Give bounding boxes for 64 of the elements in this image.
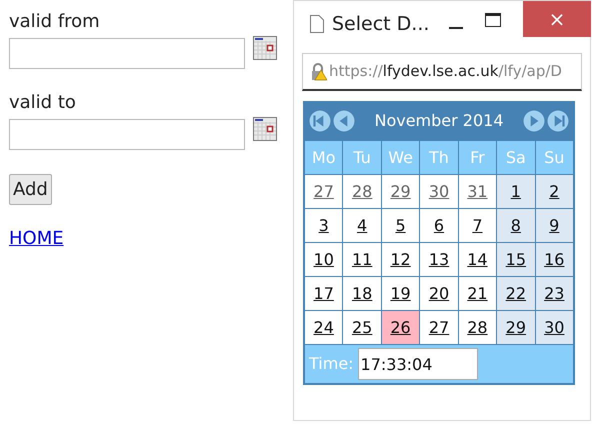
time-label: Time: [309,353,354,375]
address-bar[interactable]: https://lfydev.lse.ac.uk/lfy/ap/D [302,53,582,91]
time-field[interactable]: 17:33:04 [358,348,478,380]
close-button[interactable]: × [523,1,591,37]
weekday-header: Mo [305,141,342,174]
day-cell[interactable]: 8 [497,209,535,242]
add-button[interactable]: Add [9,174,52,205]
day-cell[interactable]: 18 [343,277,381,310]
day-cell[interactable]: 3 [305,209,342,242]
day-cell[interactable]: 9 [536,209,573,242]
day-cell[interactable]: 30 [420,175,458,208]
day-cell[interactable]: 2 [536,175,573,208]
weekday-header: Sa [497,141,535,174]
day-cell[interactable]: 14 [458,243,496,276]
day-cell[interactable]: 6 [420,209,458,242]
day-cell[interactable]: 5 [382,209,420,242]
day-cell[interactable]: 15 [497,243,535,276]
field-label: valid from [9,10,100,34]
day-cell[interactable]: 22 [497,277,535,310]
day-cell[interactable]: 27 [305,175,342,208]
day-cell[interactable]: 29 [382,175,420,208]
previous-icon[interactable] [333,110,355,132]
day-cell[interactable]: 19 [382,277,420,310]
day-cell[interactable]: 16 [536,243,573,276]
next-icon[interactable] [523,110,545,132]
maximize-icon[interactable] [485,13,502,27]
page-icon [310,15,324,33]
date-field[interactable] [9,38,245,69]
day-cell[interactable]: 31 [458,175,496,208]
day-cell[interactable]: 28 [343,175,381,208]
day-cell[interactable]: 11 [343,243,381,276]
day-cell[interactable]: 12 [382,243,420,276]
month-title: November 2014 [373,110,505,132]
calendar-icon[interactable] [253,117,277,141]
home-link[interactable]: HOME [9,225,64,252]
day-cell[interactable]: 17 [305,277,342,310]
day-cell[interactable]: 13 [420,243,458,276]
weekday-header: Th [420,141,458,174]
day-cell[interactable]: 7 [458,209,496,242]
url-text: https://lfydev.lse.ac.uk/lfy/ap/D [329,61,562,82]
day-cell[interactable]: 30 [536,311,573,344]
day-cell[interactable]: 26 [382,311,420,344]
day-cell[interactable]: 24 [305,311,342,344]
day-cell[interactable]: 4 [343,209,381,242]
day-cell[interactable]: 29 [497,311,535,344]
day-cell[interactable]: 27 [420,311,458,344]
weekday-header: We [382,141,420,174]
day-cell[interactable]: 10 [305,243,342,276]
first-icon[interactable] [309,110,331,132]
date-field[interactable] [9,119,245,150]
day-cell[interactable]: 1 [497,175,535,208]
last-icon[interactable] [547,110,569,132]
day-cell[interactable]: 25 [343,311,381,344]
day-cell[interactable]: 28 [458,311,496,344]
weekday-header: Fr [458,141,496,174]
window-title: Select D... [332,12,430,37]
weekday-header: Tu [343,141,381,174]
calendar-icon[interactable] [253,36,277,60]
weekday-header: Su [536,141,573,174]
day-cell[interactable]: 23 [536,277,573,310]
lock-warning-icon [311,62,327,80]
day-cell[interactable]: 21 [458,277,496,310]
day-cell[interactable]: 20 [420,277,458,310]
field-label: valid to [9,91,76,115]
